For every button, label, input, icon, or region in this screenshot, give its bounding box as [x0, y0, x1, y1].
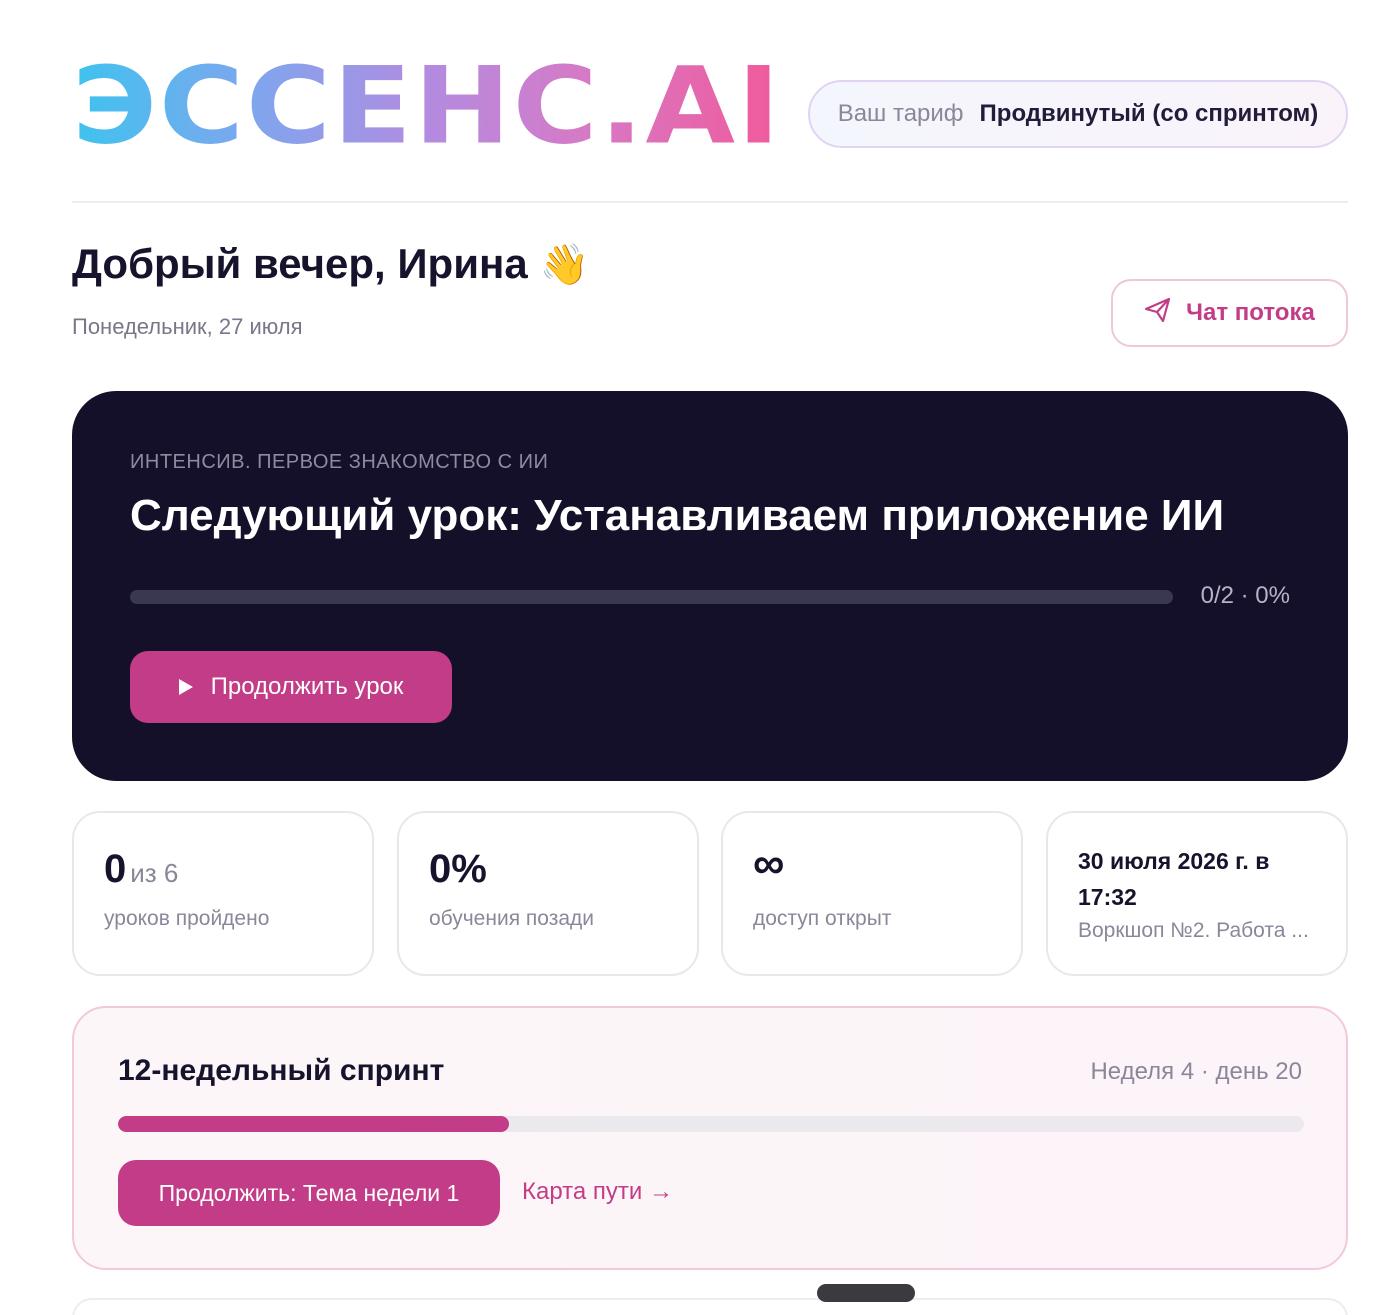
- lesson-progress-text: 0/2 · 0%: [1200, 582, 1290, 609]
- waving-hand-icon: 👋: [539, 242, 590, 287]
- path-map-link[interactable]: Карта пути →: [522, 1178, 673, 1206]
- greeting-text: Добрый вечер, Ирина: [72, 240, 528, 287]
- stat-lessons-total: из 6: [130, 858, 179, 888]
- sprint-title: 12-недельный спринт: [118, 1054, 445, 1087]
- stat-lessons-count: 0: [104, 847, 127, 891]
- stream-chat-label: Чат потока: [1186, 299, 1315, 326]
- logo[interactable]: ЭССЕНС.AI: [72, 53, 782, 159]
- continue-sprint-button[interactable]: Продолжить: Тема недели 1: [118, 1160, 500, 1226]
- lesson-progress-bar: [130, 590, 1173, 604]
- stat-access-label: доступ открыт: [753, 907, 892, 930]
- plan-badge[interactable]: Ваш тариф Продвинутый (со спринтом): [808, 80, 1348, 148]
- stat-card-event[interactable]: 30 июля 2026 г. в 17:32 Воркшоп №2. Рабо…: [1046, 811, 1348, 976]
- stat-lessons-label: уроков пройдено: [104, 907, 270, 930]
- scroll-handle[interactable]: [817, 1284, 915, 1302]
- header: ЭССЕНС.AI Ваш тариф Продвинутый (со спри…: [72, 53, 1348, 176]
- event-datetime: 30 июля 2026 г. в 17:32: [1078, 848, 1270, 910]
- current-date: Понедельник, 27 июля: [72, 314, 303, 339]
- stream-chat-button[interactable]: Чат потока: [1111, 279, 1348, 347]
- next-lesson-card: ИНТЕНСИВ. ПЕРВОЕ ЗНАКОМСТВО С ИИ Следующ…: [72, 391, 1348, 781]
- sprint-card: 12-недельный спринт Неделя 4 · день 20 П…: [72, 1006, 1348, 1270]
- infinity-icon: ∞: [753, 839, 785, 888]
- sprint-progress-fill: [118, 1116, 510, 1132]
- dashboard-page: ЭССЕНС.AI Ваш тариф Продвинутый (со спри…: [0, 0, 1400, 1315]
- stat-progress-label: обучения позади: [429, 907, 595, 930]
- event-title: Воркшоп №2. Работа ...: [1078, 919, 1309, 942]
- stat-card-progress[interactable]: 0% обучения позади: [397, 811, 699, 976]
- lesson-title: Следующий урок: Устанавливаем приложение…: [130, 491, 1225, 540]
- stat-card-access[interactable]: ∞ доступ открыт: [721, 811, 1023, 976]
- plan-value: Продвинутый (со спринтом): [979, 100, 1319, 127]
- header-divider: [72, 201, 1348, 203]
- sprint-progress-bar: [118, 1116, 1304, 1132]
- continue-lesson-button[interactable]: Продолжить урок: [130, 651, 452, 723]
- play-icon: [178, 679, 193, 695]
- plan-label: Ваш тариф: [837, 100, 964, 127]
- paper-plane-icon: [1144, 297, 1172, 330]
- greeting-title: Добрый вечер, Ирина 👋: [72, 240, 590, 288]
- lesson-course-name: ИНТЕНСИВ. ПЕРВОЕ ЗНАКОМСТВО С ИИ: [130, 451, 549, 473]
- stat-progress-value: 0%: [429, 847, 487, 891]
- stat-lessons-value: 0 из 6: [104, 847, 178, 892]
- next-card: [72, 1298, 1348, 1315]
- stat-card-lessons[interactable]: 0 из 6 уроков пройдено: [72, 811, 374, 976]
- sprint-week-info: Неделя 4 · день 20: [1090, 1058, 1302, 1085]
- continue-lesson-label: Продолжить урок: [210, 673, 404, 700]
